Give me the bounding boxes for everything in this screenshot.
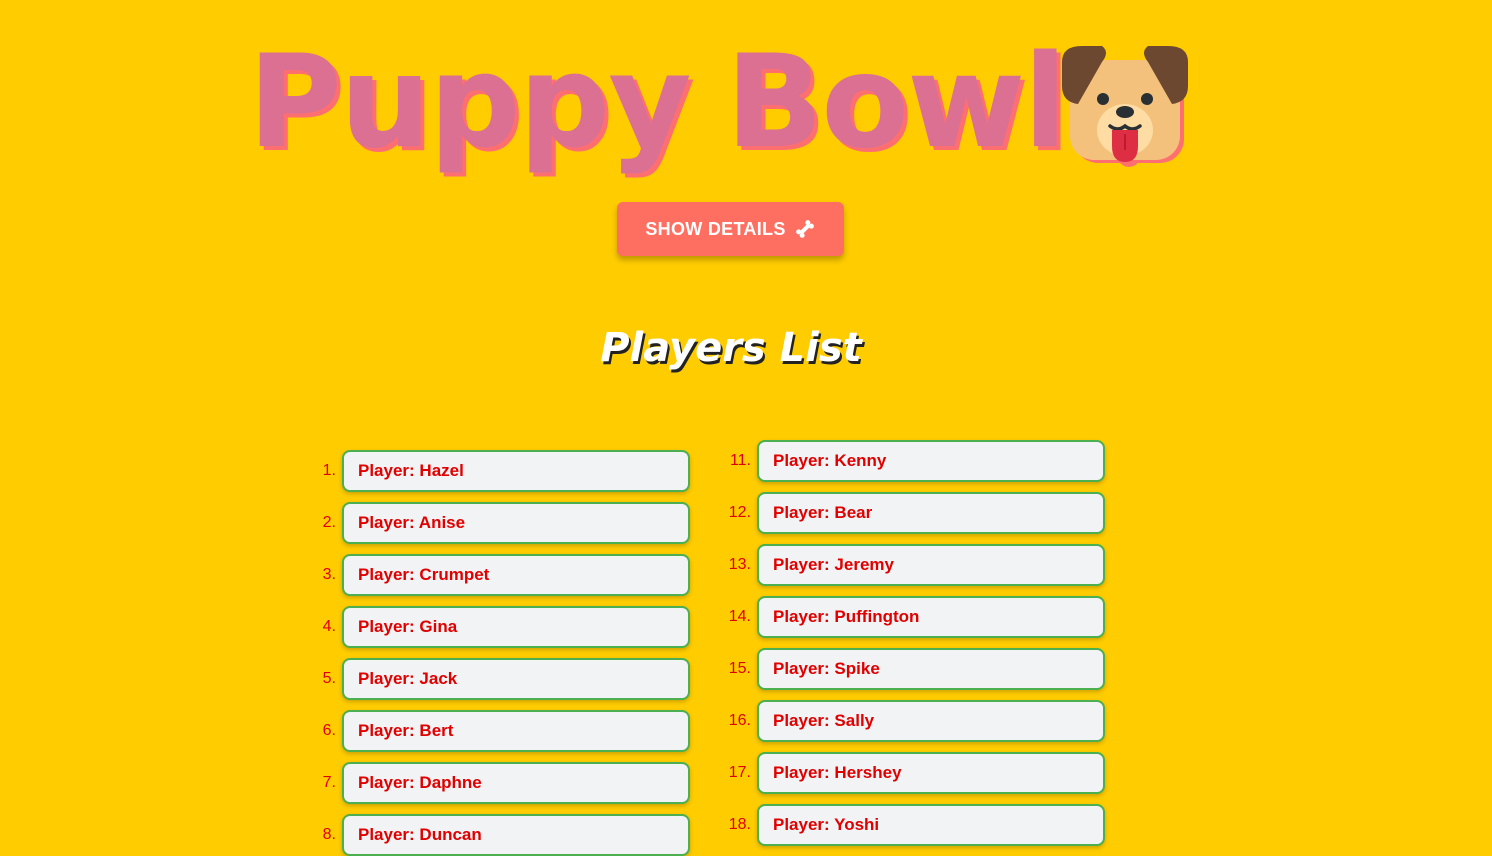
list-number: 11. <box>729 452 751 469</box>
list-item: 1. Player: Hazel <box>300 450 690 492</box>
list-number: 18. <box>728 816 751 833</box>
list-item: 11. Player: Kenny <box>715 440 1105 482</box>
list-item: 8. Player: Duncan <box>300 814 690 856</box>
list-item: 5. Player: Jack <box>300 658 690 700</box>
site-title: Puppy Bowls <box>248 28 1141 178</box>
list-item: 7. Player: Daphne <box>300 762 690 804</box>
list-number: 12. <box>728 504 751 521</box>
list-number: 5. <box>322 670 336 687</box>
list-number: 3. <box>322 566 336 583</box>
bone-icon <box>795 220 814 238</box>
show-details-button[interactable]: SHOW DETAILS <box>617 202 844 256</box>
list-item: 15. Player: Spike <box>715 648 1105 690</box>
list-item: 17. Player: Hershey <box>715 752 1105 794</box>
player-card[interactable]: Player: Crumpet <box>342 554 690 596</box>
players-list-title: Players List <box>600 325 862 371</box>
player-card[interactable]: Player: Jeremy <box>757 544 1105 586</box>
list-number: 4. <box>322 618 336 635</box>
list-item: 13. Player: Jeremy <box>715 544 1105 586</box>
player-card[interactable]: Player: Gina <box>342 606 690 648</box>
player-card[interactable]: Player: Anise <box>342 502 690 544</box>
list-item: 14. Player: Puffington <box>715 596 1105 638</box>
list-item: 6. Player: Bert <box>300 710 690 752</box>
player-card[interactable]: Player: Duncan <box>342 814 690 856</box>
player-card[interactable]: Player: Kenny <box>757 440 1105 482</box>
player-card[interactable]: Player: Hazel <box>342 450 690 492</box>
list-number: 2. <box>322 514 336 531</box>
player-card[interactable]: Player: Spike <box>757 648 1105 690</box>
list-item: 18. Player: Yoshi <box>715 804 1105 846</box>
list-item: 16. Player: Sally <box>715 700 1105 742</box>
list-number: 13. <box>728 556 751 573</box>
player-card[interactable]: Player: Daphne <box>342 762 690 804</box>
list-number: 17. <box>728 764 751 781</box>
list-number: 8. <box>322 826 336 843</box>
list-number: 6. <box>322 722 336 739</box>
list-number: 7. <box>322 774 336 791</box>
dog-face-icon <box>1062 46 1188 167</box>
player-card[interactable]: Player: Bear <box>757 492 1105 534</box>
list-item: 12. Player: Bear <box>715 492 1105 534</box>
show-details-label: SHOW DETAILS <box>645 218 786 239</box>
player-card[interactable]: Player: Hershey <box>757 752 1105 794</box>
list-number: 16. <box>728 712 751 729</box>
list-item: 4. Player: Gina <box>300 606 690 648</box>
list-number: 15. <box>728 660 751 677</box>
list-item: 2. Player: Anise <box>300 502 690 544</box>
player-card[interactable]: Player: Sally <box>757 700 1105 742</box>
site-title-word-1: Puppy <box>248 28 692 177</box>
list-number: 14. <box>728 608 751 625</box>
list-number: 1. <box>322 462 336 479</box>
player-card[interactable]: Player: Bert <box>342 710 690 752</box>
player-card[interactable]: Player: Puffington <box>757 596 1105 638</box>
player-card[interactable]: Player: Yoshi <box>757 804 1105 846</box>
list-item: 3. Player: Crumpet <box>300 554 690 596</box>
player-card[interactable]: Player: Jack <box>342 658 690 700</box>
